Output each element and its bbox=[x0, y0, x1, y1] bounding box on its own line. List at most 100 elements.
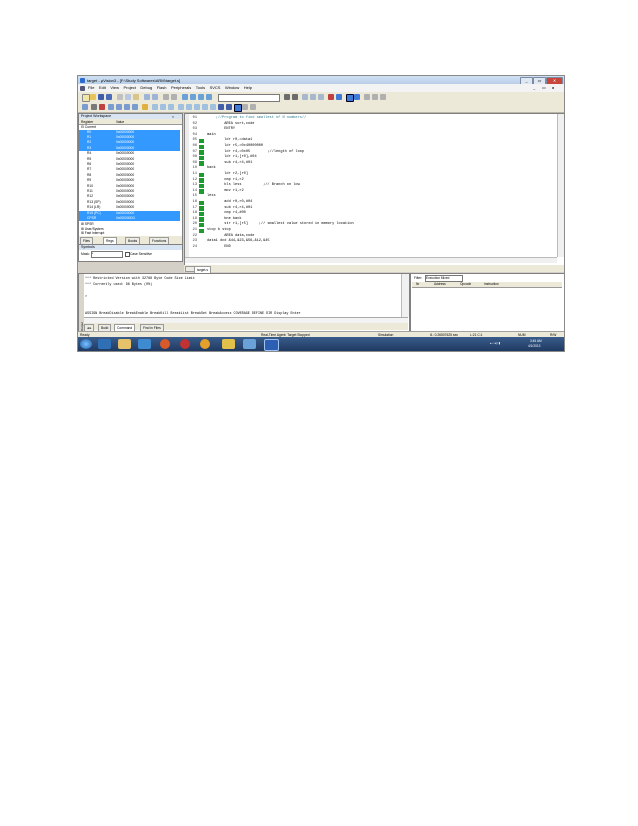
prev-bookmark-icon[interactable] bbox=[190, 94, 196, 100]
call-stack-icon[interactable] bbox=[186, 104, 192, 110]
registers-icon[interactable] bbox=[178, 104, 184, 110]
menu-project[interactable]: Project bbox=[123, 84, 135, 92]
stop-icon[interactable] bbox=[99, 104, 105, 110]
title-bar: target - µVision3 - [F:\Study Softwares\… bbox=[78, 76, 564, 85]
toolbox-icon[interactable] bbox=[242, 104, 248, 110]
command-scrollbar[interactable] bbox=[401, 274, 409, 317]
debug-icon[interactable] bbox=[328, 94, 334, 100]
current-group[interactable]: ⊟ Current bbox=[81, 125, 96, 129]
find-combo[interactable] bbox=[218, 93, 280, 102]
step-out-icon[interactable] bbox=[124, 104, 130, 110]
help-icon[interactable] bbox=[380, 94, 386, 100]
menu-edit[interactable]: Edit bbox=[99, 84, 106, 92]
command-window-icon[interactable] bbox=[152, 104, 158, 110]
logic-analyzer-icon[interactable] bbox=[218, 104, 224, 110]
menu-window[interactable]: Window bbox=[225, 84, 239, 92]
chrome-icon[interactable] bbox=[200, 339, 210, 349]
save-icon[interactable] bbox=[98, 94, 104, 100]
paste-icon[interactable] bbox=[133, 94, 139, 100]
status-position: L:21 C:1 bbox=[470, 332, 483, 337]
start-button-icon[interactable] bbox=[80, 339, 92, 349]
firefox-icon[interactable] bbox=[160, 339, 170, 349]
next-bookmark-icon[interactable] bbox=[198, 94, 204, 100]
settings-icon[interactable] bbox=[364, 94, 370, 100]
indent-icon[interactable] bbox=[163, 94, 169, 100]
menu-flash[interactable]: Flash bbox=[157, 84, 167, 92]
symbols-icon[interactable] bbox=[168, 104, 174, 110]
tools-icon[interactable] bbox=[372, 94, 378, 100]
filter-select[interactable]: Execution Mixed bbox=[425, 275, 463, 282]
unindent-icon[interactable] bbox=[171, 94, 177, 100]
code-area[interactable]: 01 ;//Program to find smallest of N numb… bbox=[187, 116, 547, 256]
status-ready: Ready bbox=[80, 332, 90, 337]
back-icon[interactable] bbox=[302, 94, 308, 100]
line-number: 24 bbox=[192, 244, 197, 249]
disassembly-icon[interactable] bbox=[160, 104, 166, 110]
word-icon[interactable] bbox=[264, 339, 279, 351]
mdi-minimize-button[interactable]: _ bbox=[533, 85, 535, 90]
menu-file[interactable]: File bbox=[88, 84, 94, 92]
goto-icon[interactable] bbox=[318, 94, 324, 100]
nr-column-header[interactable]: Nr bbox=[416, 282, 419, 287]
tree-item-fast-interrupt[interactable]: ⊞ Fast Interrupt bbox=[81, 231, 104, 236]
empty-marker bbox=[199, 234, 204, 238]
run-icon[interactable] bbox=[91, 104, 97, 110]
tray-icons[interactable]: ▴ ▪ ◂)) ▮ bbox=[490, 341, 500, 345]
mask-label: Mask: bbox=[81, 252, 90, 256]
register-column-header[interactable]: Register bbox=[81, 120, 93, 124]
empty-marker bbox=[199, 122, 204, 126]
editor-vertical-scrollbar[interactable] bbox=[557, 114, 564, 257]
explorer-icon[interactable] bbox=[118, 339, 131, 349]
mask-input[interactable]: * bbox=[91, 251, 123, 258]
pane-close-icon[interactable]: × bbox=[172, 115, 174, 119]
clear-bookmarks-icon[interactable] bbox=[206, 94, 212, 100]
new-file-icon[interactable] bbox=[82, 94, 90, 102]
menu-tools[interactable]: Tools bbox=[196, 84, 205, 92]
show-next-icon[interactable] bbox=[142, 104, 148, 110]
instruction-column-header[interactable]: Instruction bbox=[484, 282, 499, 287]
serial-icon[interactable] bbox=[210, 104, 216, 110]
undo-icon[interactable] bbox=[144, 94, 150, 100]
run-to-cursor-icon[interactable] bbox=[132, 104, 138, 110]
perf-analyzer-icon[interactable] bbox=[226, 104, 232, 110]
memory-icon[interactable] bbox=[202, 104, 208, 110]
code-coverage-marker bbox=[199, 150, 204, 155]
toolbar-debug bbox=[78, 102, 564, 113]
register-row[interactable]: CPSR 0x000000D3 bbox=[79, 215, 180, 222]
redo-icon[interactable] bbox=[152, 94, 158, 100]
menu-help[interactable]: Help bbox=[244, 84, 252, 92]
save-all-icon[interactable] bbox=[106, 94, 112, 100]
value-column-header[interactable]: Value bbox=[116, 120, 124, 124]
address-column-header[interactable]: Address bbox=[434, 282, 446, 287]
menu-debug[interactable]: Debug bbox=[140, 84, 152, 92]
watch-icon[interactable] bbox=[194, 104, 200, 110]
pointer-icon[interactable] bbox=[250, 104, 256, 110]
step-over-icon[interactable] bbox=[116, 104, 122, 110]
mdi-close-button[interactable]: x bbox=[552, 85, 554, 90]
media-player-icon[interactable] bbox=[138, 339, 151, 349]
find-next-icon[interactable] bbox=[292, 94, 298, 100]
menu-svcs[interactable]: SVCS bbox=[210, 84, 221, 92]
acrobat-icon[interactable] bbox=[180, 339, 190, 349]
opcode-column-header[interactable]: Opcode bbox=[460, 282, 471, 287]
code-coverage-icon[interactable] bbox=[234, 104, 242, 112]
menu-peripherals[interactable]: Peripherals bbox=[171, 84, 191, 92]
step-into-icon[interactable] bbox=[108, 104, 114, 110]
copy-icon[interactable] bbox=[125, 94, 131, 100]
bookmark-icon[interactable] bbox=[182, 94, 188, 100]
view-icon[interactable] bbox=[346, 94, 354, 102]
window-icon[interactable] bbox=[354, 94, 360, 100]
open-folder-icon[interactable] bbox=[90, 94, 96, 100]
code-line[interactable]: 24 END bbox=[187, 245, 547, 251]
zoom-icon[interactable] bbox=[336, 94, 342, 100]
editor-horizontal-scrollbar[interactable] bbox=[185, 257, 557, 263]
paint-icon[interactable] bbox=[243, 339, 256, 349]
mdi-restore-button[interactable]: ▭ bbox=[542, 85, 546, 90]
forward-icon[interactable] bbox=[310, 94, 316, 100]
reset-icon[interactable] bbox=[82, 104, 88, 110]
ie-icon[interactable] bbox=[98, 339, 111, 349]
cut-icon[interactable] bbox=[117, 94, 123, 100]
menu-view[interactable]: View bbox=[110, 84, 119, 92]
uvision-taskbar-icon[interactable] bbox=[222, 339, 235, 349]
find-icon[interactable] bbox=[284, 94, 290, 100]
